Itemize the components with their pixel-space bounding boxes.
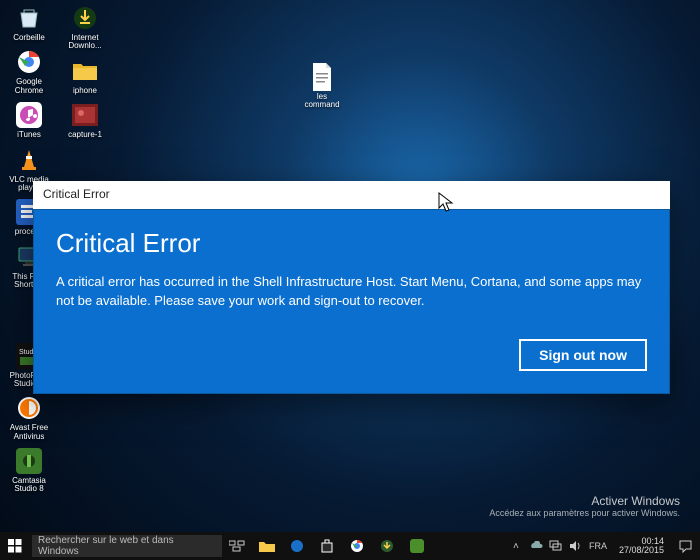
chrome-taskbar-icon xyxy=(350,539,364,553)
desktop-icon[interactable]: Internet Downlo... xyxy=(62,4,108,51)
system-tray: ˄ FRA 00:14 27/08/2015 xyxy=(509,532,700,560)
task-view-button[interactable] xyxy=(222,532,252,560)
search-input[interactable]: Rechercher sur le web et dans Windows xyxy=(32,535,222,557)
idm-taskbar-icon xyxy=(380,539,394,553)
taskbar-app-idm[interactable] xyxy=(372,532,402,560)
desktop-icon[interactable]: iphone xyxy=(62,57,108,95)
icon-label: Internet Downlo... xyxy=(62,34,108,51)
edge-icon xyxy=(290,539,304,553)
icon-label: iphone xyxy=(73,87,97,95)
clock-date: 27/08/2015 xyxy=(619,546,664,555)
activation-watermark: Activer Windows Accédez aux paramètres p… xyxy=(489,494,680,518)
dialog-titlebar[interactable]: Critical Error xyxy=(33,181,670,209)
dialog-heading: Critical Error xyxy=(56,228,647,259)
desktop: CorbeilleGoogle ChromeiTunesVLC media pl… xyxy=(0,0,700,560)
icon-label: Camtasia Studio 8 xyxy=(6,477,52,494)
taskbar: Rechercher sur le web et dans Windows ˄ xyxy=(0,532,700,560)
desktop-icon[interactable]: Corbeille xyxy=(6,4,52,42)
start-button[interactable] xyxy=(0,532,30,560)
tray-chevron-icon[interactable]: ˄ xyxy=(509,539,523,553)
desktop-icon[interactable]: capture-1 xyxy=(62,101,108,139)
icon-label: capture-1 xyxy=(68,131,102,139)
taskbar-app-camtasia[interactable] xyxy=(402,532,432,560)
camtasia-taskbar-icon xyxy=(410,539,424,553)
icon-label: iTunes xyxy=(17,131,41,139)
desktop-icon[interactable]: Google Chrome xyxy=(6,48,52,95)
taskbar-app-store[interactable] xyxy=(312,532,342,560)
action-center-button[interactable] xyxy=(676,532,694,560)
taskbar-clock[interactable]: 00:14 27/08/2015 xyxy=(613,537,670,555)
task-view-icon xyxy=(229,540,245,552)
file-explorer-icon xyxy=(259,540,275,552)
icon-label: Avast Free Antivirus xyxy=(6,424,52,441)
sign-out-button[interactable]: Sign out now xyxy=(519,339,647,371)
icon-label: Corbeille xyxy=(13,34,45,42)
taskbar-app-edge[interactable] xyxy=(282,532,312,560)
critical-error-dialog: Critical Error Critical Error A critical… xyxy=(33,181,670,394)
textfile-icon xyxy=(308,63,336,91)
taskbar-app-explorer[interactable] xyxy=(252,532,282,560)
idm-icon xyxy=(71,4,99,32)
search-placeholder: Rechercher sur le web et dans Windows xyxy=(38,535,216,557)
dialog-message: A critical error has occurred in the She… xyxy=(56,273,647,311)
vlc-icon xyxy=(15,146,43,174)
tray-onedrive-icon[interactable] xyxy=(529,539,543,553)
capture-icon xyxy=(71,101,99,129)
desktop-icon[interactable]: Avast Free Antivirus xyxy=(6,394,52,441)
tray-volume-icon[interactable] xyxy=(569,539,583,553)
avast-icon xyxy=(15,394,43,422)
icon-label: Google Chrome xyxy=(6,78,52,95)
taskbar-app-chrome[interactable] xyxy=(342,532,372,560)
iphone-folder-icon xyxy=(71,57,99,85)
action-center-icon xyxy=(679,540,692,553)
icon-label: les command xyxy=(299,93,345,110)
recycle-bin-icon xyxy=(15,4,43,32)
windows-logo-icon xyxy=(8,539,22,553)
desktop-icon[interactable]: iTunes xyxy=(6,101,52,139)
watermark-subtitle: Accédez aux paramètres pour activer Wind… xyxy=(489,508,680,518)
itunes-icon xyxy=(15,101,43,129)
chrome-icon xyxy=(15,48,43,76)
desktop-icon[interactable]: les command xyxy=(299,63,345,110)
tray-network-icon[interactable] xyxy=(549,539,563,553)
store-icon xyxy=(320,539,334,553)
camtasia-icon xyxy=(15,447,43,475)
watermark-title: Activer Windows xyxy=(489,494,680,508)
desktop-icon[interactable]: Camtasia Studio 8 xyxy=(6,447,52,494)
tray-language[interactable]: FRA xyxy=(589,539,607,553)
dialog-body: Critical Error A critical error has occu… xyxy=(33,209,670,394)
